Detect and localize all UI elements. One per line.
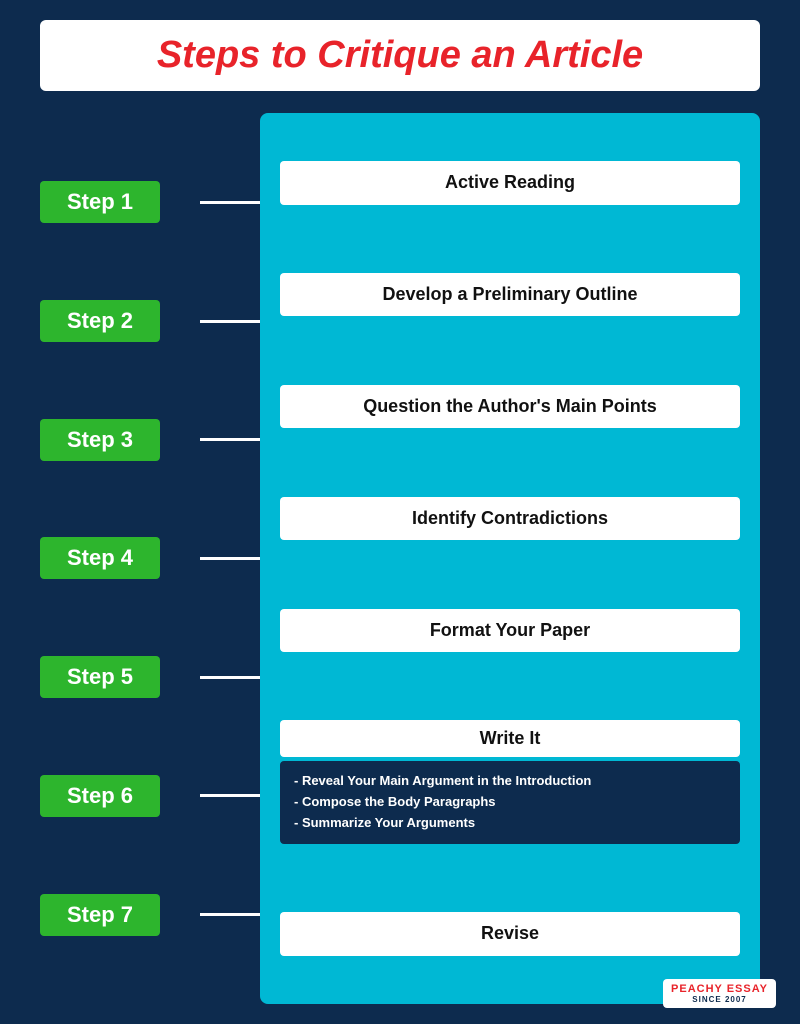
write-it-sub-line1: - Reveal Your Main Argument in the Intro…	[294, 773, 591, 788]
write-it-card: Write It	[280, 720, 740, 757]
logo-text-top: PEACHY ESSAY	[671, 983, 768, 995]
steps-connector-wrapper: Step 1 Step 2 Step 3 Step 4 Step 5 Step …	[40, 113, 260, 1004]
cyan-panel: Active Reading Develop a Preliminary Out…	[260, 113, 760, 1004]
step-badge-4: Step 4	[40, 537, 160, 579]
connector-line-1	[200, 201, 260, 204]
write-it-sub-line2: - Compose the Body Paragraphs	[294, 794, 496, 809]
connector-line-2	[200, 320, 260, 323]
steps-column: Step 1 Step 2 Step 3 Step 4 Step 5 Step …	[40, 113, 200, 1004]
step-card-5: Format Your Paper	[280, 609, 740, 652]
write-it-sub-line3: - Summarize Your Arguments	[294, 815, 475, 830]
step-badge-3: Step 3	[40, 419, 160, 461]
connector-6	[200, 776, 260, 816]
main-content: Step 1 Step 2 Step 3 Step 4 Step 5 Step …	[40, 113, 760, 1004]
step-badge-5: Step 5	[40, 656, 160, 698]
step-card-7: Revise	[280, 912, 740, 955]
connector-4	[200, 538, 260, 578]
step-card-3: Question the Author's Main Points	[280, 385, 740, 428]
page-wrapper: Steps to Critique an Article Step 1 Step…	[0, 0, 800, 1024]
step-badge-2: Step 2	[40, 300, 160, 342]
step6-wrapper: Write It - Reveal Your Main Argument in …	[280, 720, 740, 843]
connector-5	[200, 657, 260, 697]
connector-3	[200, 420, 260, 460]
connector-line-7	[200, 913, 260, 916]
connector-line-3	[200, 438, 260, 441]
write-it-sub: - Reveal Your Main Argument in the Intro…	[280, 761, 740, 843]
step-badge-7: Step 7	[40, 894, 160, 936]
step-badge-1: Step 1	[40, 181, 160, 223]
connector-line-5	[200, 676, 260, 679]
logo-text-bottom: SINCE 2007	[692, 995, 746, 1004]
connector-line-4	[200, 557, 260, 560]
connector-line-6	[200, 794, 260, 797]
page-title: Steps to Critique an Article	[157, 34, 643, 76]
logo-area: PEACHY ESSAY SINCE 2007	[663, 979, 776, 1008]
step-card-1: Active Reading	[280, 161, 740, 204]
step-card-4: Identify Contradictions	[280, 497, 740, 540]
step-card-2: Develop a Preliminary Outline	[280, 273, 740, 316]
connector-7	[200, 895, 260, 935]
step-badge-6: Step 6	[40, 775, 160, 817]
connector-2	[200, 301, 260, 341]
connector-column	[200, 113, 260, 1004]
title-box: Steps to Critique an Article	[40, 20, 760, 91]
connector-1	[200, 182, 260, 222]
